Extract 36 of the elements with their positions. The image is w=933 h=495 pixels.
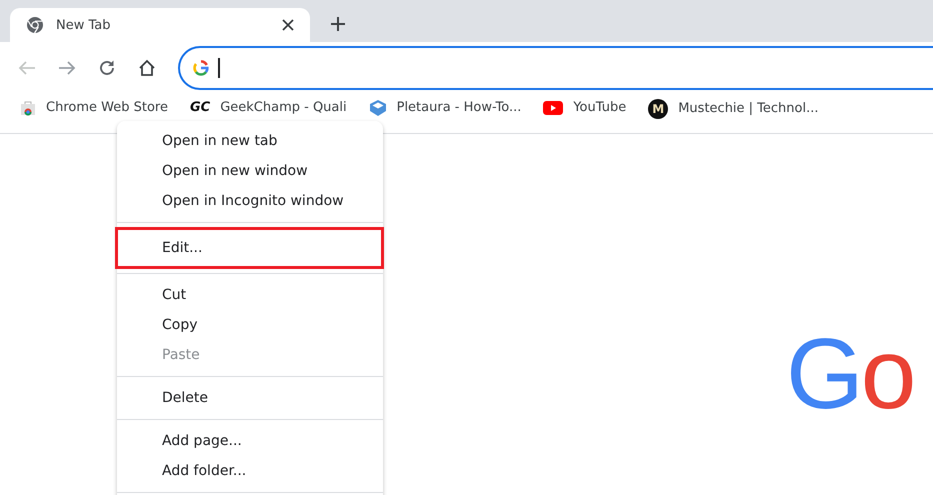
menu-item[interactable]: Copy (117, 310, 383, 340)
bookmark-label: Mustechie | Technol... (678, 100, 819, 118)
menu-item[interactable]: Delete (117, 383, 383, 413)
menu-item[interactable]: Cut (117, 280, 383, 310)
shopping-bag-icon (20, 100, 36, 116)
address-field[interactable] (178, 46, 933, 90)
logo-letter: G (786, 318, 861, 430)
menu-item[interactable]: Edit... (117, 229, 382, 267)
forward-icon[interactable] (58, 60, 76, 76)
menu-item[interactable]: Open in Incognito window (117, 186, 383, 216)
bookmark-label: Pletaura - How-To... (396, 99, 522, 117)
bookmark[interactable]: M Mustechie | Technol... (648, 99, 819, 119)
menu-item[interactable]: Open in new window (117, 156, 383, 186)
bookmark[interactable]: GC GeekChamp - Quali (190, 99, 347, 117)
close-icon[interactable] (282, 19, 294, 31)
bookmark-label: GeekChamp - Quali (220, 99, 347, 117)
browser-tab[interactable]: New Tab (10, 8, 310, 42)
bookmark[interactable]: Pletaura - How-To... (368, 99, 522, 117)
favicon-letter: M (648, 99, 668, 119)
tab-title: New Tab (56, 18, 112, 32)
menu-item[interactable]: Open in new tab (117, 126, 383, 156)
bookmark[interactable]: Chrome Web Store (20, 99, 168, 117)
favicon-letters: GC (190, 99, 210, 117)
g-letter-icon (193, 60, 209, 76)
menu-item[interactable]: Add page... (117, 426, 383, 456)
chrome-icon (26, 16, 44, 34)
bookmark[interactable]: YouTube (543, 99, 626, 117)
bookmark-label: YouTube (573, 99, 626, 117)
new-tab-icon[interactable] (330, 16, 346, 32)
logo-letter: o (860, 318, 914, 430)
reload-icon[interactable] (98, 59, 116, 77)
cube-icon (368, 99, 387, 117)
menu-item[interactable]: Add folder... (117, 456, 383, 486)
bookmark-label: Chrome Web Store (46, 99, 168, 117)
play-icon (543, 101, 564, 115)
home-icon[interactable] (138, 59, 156, 77)
